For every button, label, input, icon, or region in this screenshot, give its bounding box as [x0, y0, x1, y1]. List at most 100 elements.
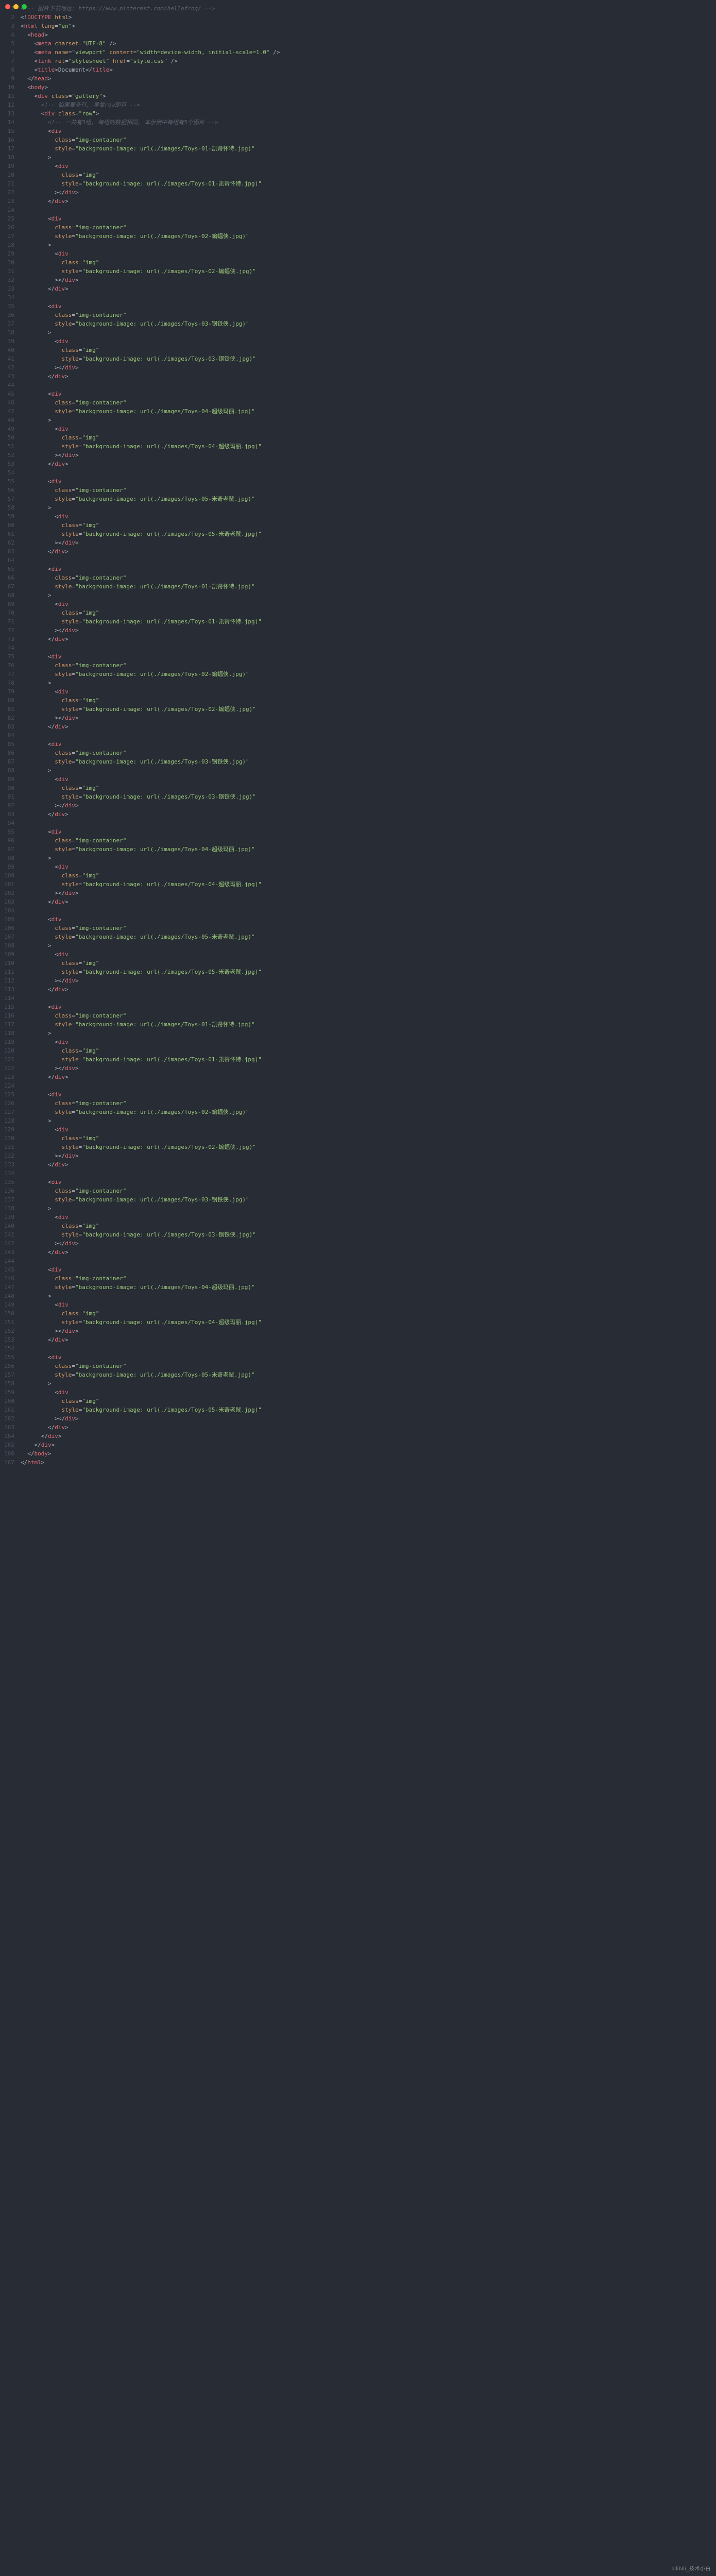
code-line[interactable]: <div	[21, 687, 706, 696]
code-line[interactable]: <div	[21, 512, 706, 521]
code-line[interactable]: class="img"	[21, 1222, 706, 1230]
code-line[interactable]: style="background-image: url(./images/To…	[21, 267, 706, 276]
code-line[interactable]: <div class="row">	[21, 109, 706, 118]
code-line[interactable]: >	[21, 503, 706, 512]
code-line[interactable]	[21, 381, 706, 389]
code-line[interactable]: style="background-image: url(./images/To…	[21, 407, 706, 416]
code-line[interactable]: class="img"	[21, 871, 706, 880]
code-line[interactable]: >	[21, 766, 706, 775]
code-line[interactable]: </div>	[21, 1073, 706, 1081]
code-line[interactable]: </div>	[21, 810, 706, 819]
code-line[interactable]: style="background-image: url(./images/To…	[21, 144, 706, 153]
code-line[interactable]: class="img"	[21, 608, 706, 617]
code-line[interactable]: class="img"	[21, 1134, 706, 1143]
code-line[interactable]: style="background-image: url(./images/To…	[21, 617, 706, 626]
code-line[interactable]: style="background-image: url(./images/To…	[21, 880, 706, 889]
code-line[interactable]: <div	[21, 477, 706, 486]
code-line[interactable]: class="img-container"	[21, 1187, 706, 1195]
code-line[interactable]: </div>	[21, 460, 706, 468]
code-line[interactable]: <div	[21, 337, 706, 346]
code-line[interactable]: style="background-image: url(./images/To…	[21, 1195, 706, 1204]
code-line[interactable]: <div	[21, 565, 706, 573]
code-line[interactable]: >	[21, 416, 706, 425]
code-line[interactable]: style="background-image: url(./images/To…	[21, 1370, 706, 1379]
code-line[interactable]	[21, 819, 706, 827]
code-line[interactable]: ></div>	[21, 1064, 706, 1073]
code-line[interactable]: style="background-image: url(./images/To…	[21, 495, 706, 503]
code-line[interactable]: style="background-image: url(./images/To…	[21, 845, 706, 854]
code-line[interactable]: <div	[21, 915, 706, 924]
code-line[interactable]: >	[21, 941, 706, 950]
code-line[interactable]: ></div>	[21, 714, 706, 722]
code-line[interactable]: </div>	[21, 897, 706, 906]
code-editor[interactable]: 1234567891011121314151617181920212223242…	[0, 0, 716, 1477]
code-line[interactable]: class="img"	[21, 1046, 706, 1055]
code-line[interactable]: class="img-container"	[21, 1274, 706, 1283]
code-line[interactable]: </div>	[21, 722, 706, 731]
code-line[interactable]: style="background-image: url(./images/To…	[21, 232, 706, 241]
code-line[interactable]: </div>	[21, 635, 706, 643]
code-line[interactable]: style="background-image: url(./images/To…	[21, 530, 706, 538]
code-line[interactable]: <div	[21, 1265, 706, 1274]
code-line[interactable]: >	[21, 679, 706, 687]
code-line[interactable]: <meta name="viewport" content="width=dev…	[21, 48, 706, 57]
code-line[interactable]: <div class="gallery">	[21, 92, 706, 100]
code-line[interactable]: style="background-image: url(./images/To…	[21, 1143, 706, 1151]
code-line[interactable]: style="background-image: url(./images/To…	[21, 1230, 706, 1239]
code-line[interactable]: </html>	[21, 1458, 706, 1467]
code-line[interactable]: <!-- 一共有3组, 每组的数据相同, 本示例中每组有5个图片 -->	[21, 118, 706, 127]
code-line[interactable]: style="background-image: url(./images/To…	[21, 179, 706, 188]
code-line[interactable]: ></div>	[21, 188, 706, 197]
code-line[interactable]: class="img-container"	[21, 1099, 706, 1108]
code-line[interactable]: class="img-container"	[21, 1011, 706, 1020]
code-line[interactable]: style="background-image: url(./images/To…	[21, 757, 706, 766]
code-line[interactable]: </div>	[21, 1440, 706, 1449]
code-line[interactable]: class="img"	[21, 258, 706, 267]
code-line[interactable]: style="background-image: url(./images/To…	[21, 670, 706, 679]
code-line[interactable]: <div	[21, 214, 706, 223]
code-line[interactable]: class="img-container"	[21, 1362, 706, 1370]
code-line[interactable]: <div	[21, 740, 706, 749]
code-line[interactable]: style="background-image: url(./images/To…	[21, 354, 706, 363]
code-line[interactable]: <!DOCTYPE html>	[21, 13, 706, 22]
code-line[interactable]: </div>	[21, 1423, 706, 1432]
code-line[interactable]: </div>	[21, 547, 706, 556]
code-line[interactable]: class="img"	[21, 433, 706, 442]
code-line[interactable]	[21, 1344, 706, 1353]
code-line[interactable]: style="background-image: url(./images/To…	[21, 582, 706, 591]
code-line[interactable]: >	[21, 591, 706, 600]
code-line[interactable]: <div	[21, 249, 706, 258]
code-line[interactable]: class="img"	[21, 171, 706, 179]
code-line[interactable]: class="img-container"	[21, 223, 706, 232]
code-line[interactable]	[21, 1081, 706, 1090]
minimize-dot-icon[interactable]	[13, 4, 19, 9]
code-line[interactable]: </div>	[21, 197, 706, 206]
code-line[interactable]: ></div>	[21, 1239, 706, 1248]
code-line[interactable]: class="img-container"	[21, 836, 706, 845]
code-line[interactable]: class="img-container"	[21, 486, 706, 495]
code-line[interactable]: <div	[21, 1038, 706, 1046]
code-line[interactable]: <div	[21, 600, 706, 608]
code-line[interactable]: >	[21, 328, 706, 337]
code-line[interactable]: >	[21, 153, 706, 162]
code-line[interactable]: class="img-container"	[21, 573, 706, 582]
code-line[interactable]: ></div>	[21, 1151, 706, 1160]
code-line[interactable]: class="img-container"	[21, 311, 706, 319]
code-line[interactable]: <div	[21, 950, 706, 959]
code-line[interactable]	[21, 556, 706, 565]
code-line[interactable]: style="background-image: url(./images/To…	[21, 1020, 706, 1029]
code-line[interactable]: </div>	[21, 1248, 706, 1257]
code-line[interactable]: <body>	[21, 83, 706, 92]
code-line[interactable]: >	[21, 854, 706, 862]
code-line[interactable]	[21, 1257, 706, 1265]
code-line[interactable]: <div	[21, 425, 706, 433]
code-line[interactable]: <div	[21, 652, 706, 661]
code-line[interactable]	[21, 994, 706, 1003]
code-line[interactable]: style="background-image: url(./images/To…	[21, 1055, 706, 1064]
code-line[interactable]: <div	[21, 1353, 706, 1362]
code-line[interactable]: <div	[21, 1090, 706, 1099]
code-line[interactable]	[21, 468, 706, 477]
code-line[interactable]: style="background-image: url(./images/To…	[21, 792, 706, 801]
code-line[interactable]: class="img"	[21, 784, 706, 792]
code-line[interactable]	[21, 731, 706, 740]
